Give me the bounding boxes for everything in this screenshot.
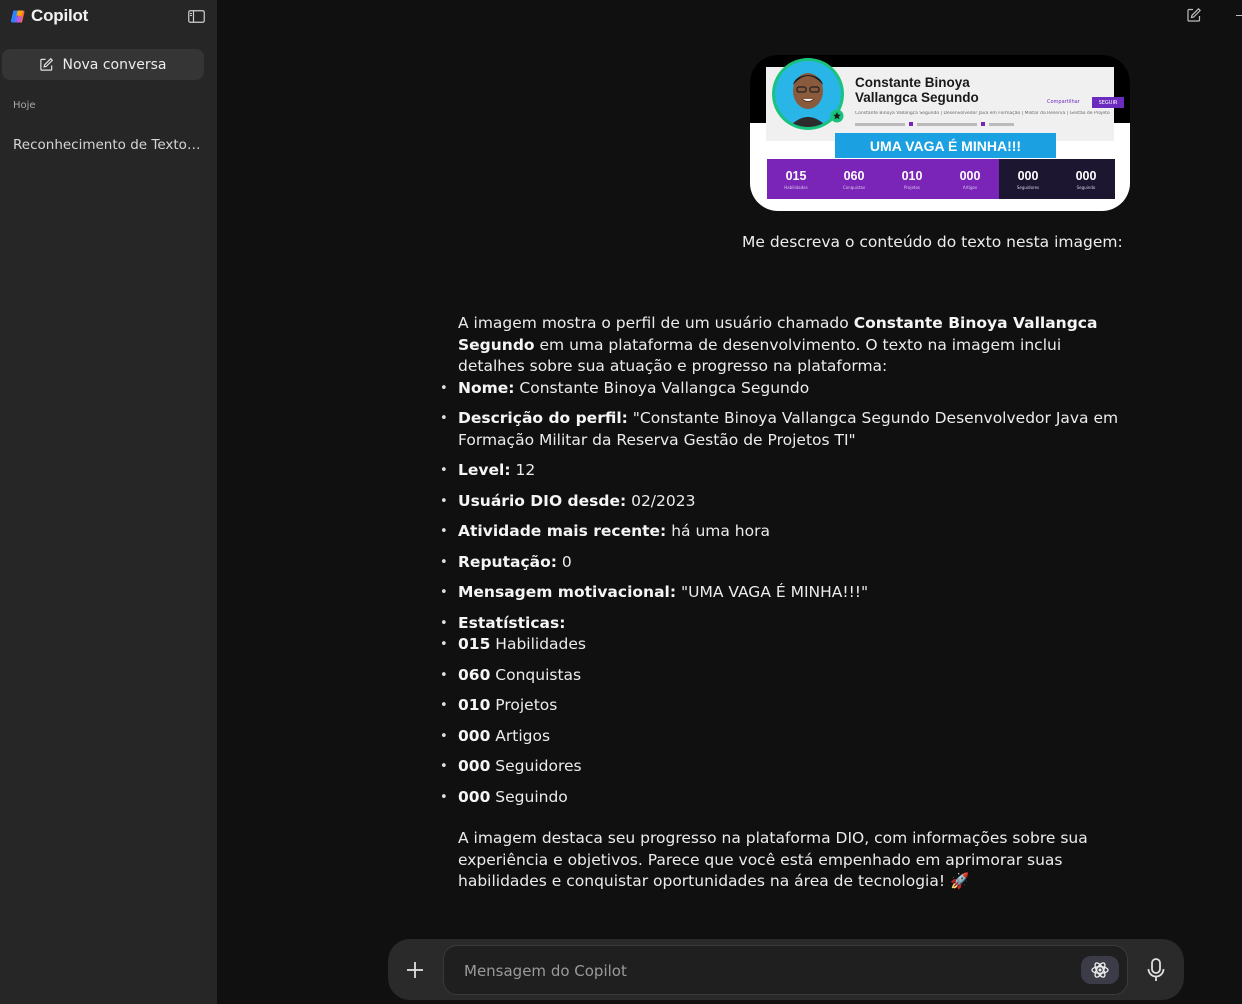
profile-stat: 000 Seguidores [1016, 168, 1040, 190]
reply-details-list: Nome: Constante Binoya Vallangca Segundo… [440, 378, 1130, 809]
profile-stat: 000 Artigos [959, 168, 981, 190]
list-item: Mensagem motivacional: "UMA VAGA É MINHA… [440, 582, 1130, 604]
sidebar-toggle-icon[interactable] [188, 10, 205, 23]
list-item: Atividade mais recente: há uma hora [440, 521, 1130, 543]
stat-item: 010 Projetos [440, 695, 1130, 717]
stat-item: 060 Conquistas [440, 665, 1130, 687]
sidebar: Copilot Nova conversa Hoje Reconheciment… [0, 0, 217, 1004]
stat-item: 015 Habilidades [440, 634, 1130, 656]
profile-stat: 015 Habilidades [784, 168, 808, 190]
profile-share-link: Compartilhar [1047, 99, 1080, 105]
profile-stat: 010 Projetos [901, 168, 923, 190]
list-item: Estatísticas: 015 Habilidades 060 Conqui… [440, 613, 1130, 809]
compose-icon [40, 58, 54, 71]
profile-meta-line [855, 122, 1110, 127]
profile-name: Constante Binoya Vallangca Segundo [855, 75, 979, 105]
verified-badge-icon [830, 109, 844, 123]
stat-item: 000 Artigos [440, 726, 1130, 748]
new-chat-top-icon[interactable] [1186, 7, 1202, 23]
list-item: Reputação: 0 [440, 552, 1130, 574]
window-edge-mark [1236, 15, 1242, 16]
list-item: Descrição do perfil: "Constante Binoya V… [440, 408, 1130, 451]
list-item: Level: 12 [440, 460, 1130, 482]
new-chat-button[interactable]: Nova conversa [2, 49, 204, 80]
profile-description: Constante Binoya Vallangca Segundo | Des… [855, 111, 1110, 116]
composer [388, 939, 1184, 1000]
history-section-today: Hoje [13, 100, 36, 111]
list-item: Nome: Constante Binoya Vallangca Segundo [440, 378, 1130, 400]
message-input[interactable] [462, 946, 1066, 996]
user-message: Me descreva o conteúdo do texto nesta im… [742, 233, 1123, 251]
stat-item: 000 Seguidores [440, 756, 1130, 778]
new-chat-label: Nova conversa [62, 56, 167, 73]
think-deeper-button[interactable] [1081, 956, 1119, 984]
stat-item: 000 Seguindo [440, 787, 1130, 809]
assistant-reply: A imagem mostra o perfil de um usuário c… [440, 313, 1130, 893]
brand[interactable]: Copilot [10, 6, 88, 26]
brand-name: Copilot [31, 6, 89, 25]
list-item: Usuário DIO desde: 02/2023 [440, 491, 1130, 513]
atom-icon [1091, 962, 1109, 978]
history-item[interactable]: Reconhecimento de Texto em Imagem [13, 137, 203, 153]
reply-intro: A imagem mostra o perfil de um usuário c… [458, 314, 1098, 375]
attached-image[interactable]: Compartilhar SEGUIR Constante Binoya Val… [750, 55, 1130, 211]
profile-follow-button: SEGUIR [1092, 97, 1124, 108]
profile-stat: 000 Seguindo [1075, 168, 1097, 190]
profile-stats: 015 Habilidades 060 Conquistas 010 Proje… [767, 159, 1115, 199]
reply-closing: A imagem destaca seu progresso na plataf… [458, 829, 1088, 890]
copilot-logo-icon [10, 10, 25, 22]
message-input-box[interactable] [443, 945, 1128, 996]
stats-list: 015 Habilidades 060 Conquistas 010 Proje… [440, 634, 1130, 809]
microphone-icon[interactable] [1145, 957, 1167, 983]
plus-icon[interactable] [403, 958, 427, 982]
profile-stat: 060 Conquistas [842, 168, 866, 190]
profile-banner: UMA VAGA É MINHA!!! [835, 133, 1056, 158]
